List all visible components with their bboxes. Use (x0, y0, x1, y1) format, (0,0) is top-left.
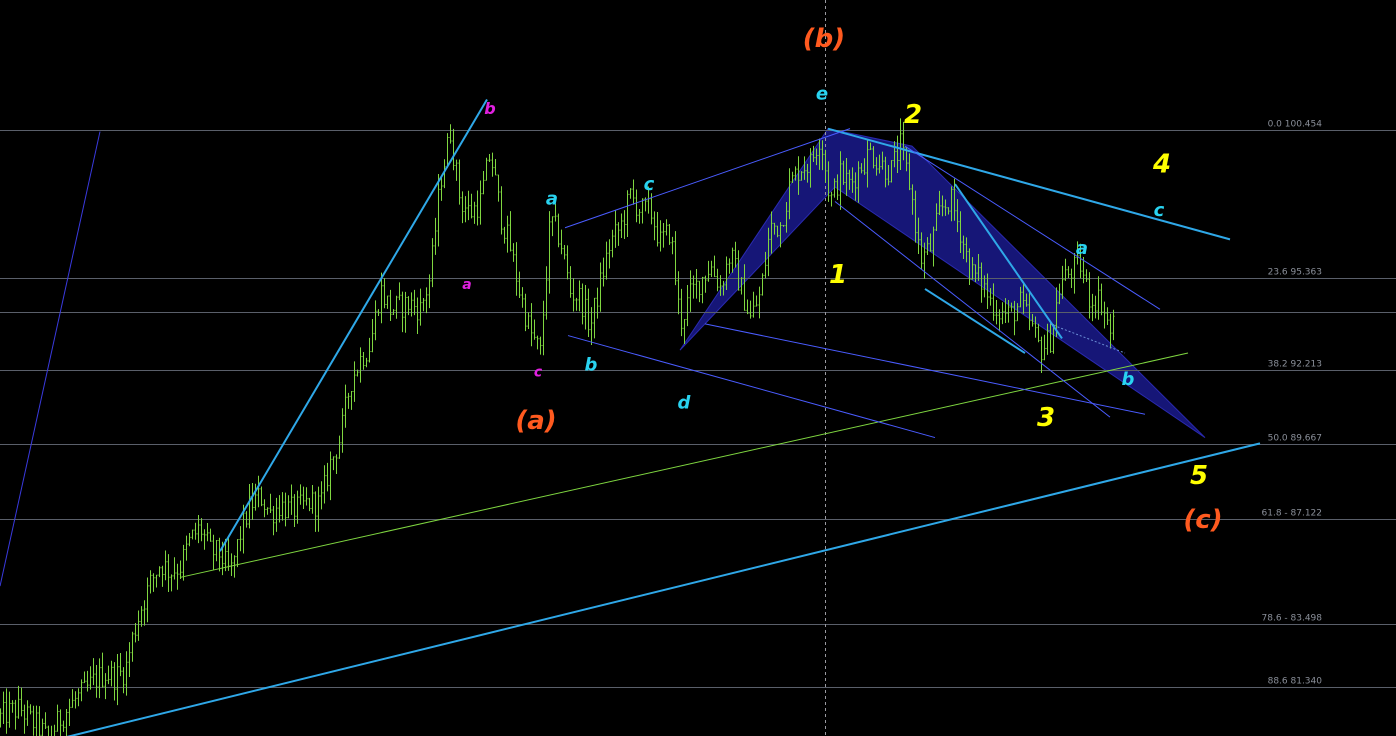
wave-label: (a) (515, 406, 556, 436)
wave-label: b (1122, 369, 1135, 390)
wave-label: a (546, 188, 558, 209)
wave-label: d (678, 392, 692, 413)
wave-label: b (484, 99, 495, 118)
fibo-level-label: 88.6 81.340 (1268, 677, 1323, 687)
wave-label: 2 (904, 100, 922, 130)
wave-label: c (534, 364, 543, 380)
fibo-level-label: 38.2 92.213 (1268, 360, 1322, 370)
wave-label: c (644, 174, 655, 195)
wave-label: (c) (1183, 505, 1222, 535)
fibo-level-label: 61.8 - 87.122 (1262, 509, 1323, 519)
wave-label: e (816, 84, 828, 105)
wave-label: a (1076, 238, 1088, 259)
fibo-level-label: 78.6 - 83.498 (1262, 614, 1323, 624)
price-chart[interactable]: 0.0 100.454 23.6 95.363 38.2 92.213 50.0 89… (0, 0, 1396, 736)
wave-label: (b) (803, 24, 845, 54)
wave-label: c (1154, 200, 1165, 221)
wave-label: a (462, 277, 471, 293)
wave-label: 1 (829, 260, 847, 290)
wave-label: 3 (1037, 403, 1055, 433)
wave-label: b (585, 355, 598, 376)
chart-background (0, 0, 1396, 736)
wave-label: 5 (1190, 461, 1208, 491)
fibo-level-label: 23.6 95.363 (1268, 268, 1322, 278)
fibo-level-label: 0.0 100.454 (1268, 120, 1323, 130)
wave-label: 4 (1152, 149, 1171, 179)
fibo-level-label: 50.0 89.667 (1268, 434, 1322, 444)
